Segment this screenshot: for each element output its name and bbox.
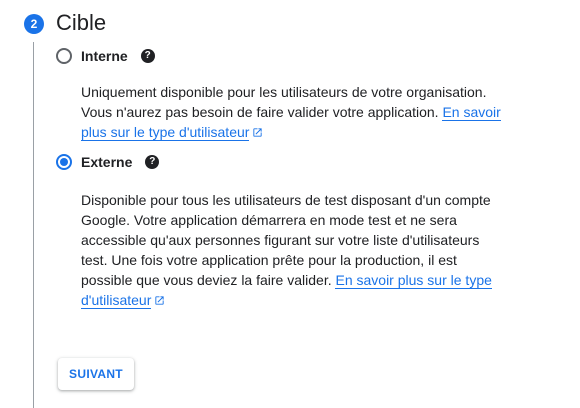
description-line: Uniquement disponible pour les utilisate… xyxy=(81,84,487,100)
description-internal: Uniquement disponible pour les utilisate… xyxy=(81,82,551,142)
description-line: possible que vous deviez la faire valide… xyxy=(81,272,332,288)
link-text[interactable]: En savoir plus sur le type xyxy=(335,272,491,288)
radio-button-internal[interactable] xyxy=(56,48,72,64)
learn-more-user-type-link[interactable]: d'utilisateur xyxy=(81,292,152,309)
learn-more-user-type-link[interactable]: plus sur le type d'utilisateur xyxy=(81,124,250,141)
step-title: Cible xyxy=(56,10,107,35)
description-line: Disponible pour tous les utilisateurs de… xyxy=(81,192,491,208)
radio-option-external[interactable]: Externe ? xyxy=(56,151,160,173)
radio-option-internal[interactable]: Interne ? xyxy=(56,45,155,67)
consent-screen-step: 2 Cible Interne ? Uniquement disponible … xyxy=(0,0,580,408)
open-in-new-icon[interactable] xyxy=(252,127,263,138)
learn-more-user-type-link[interactable]: En savoir plus sur le type xyxy=(335,272,492,289)
description-line: Google. Votre application démarrera en m… xyxy=(81,212,457,228)
help-icon[interactable]: ? xyxy=(140,49,155,63)
link-text[interactable]: plus sur le type d'utilisateur xyxy=(81,124,249,140)
description-line: test. Une fois votre application prête p… xyxy=(81,252,457,268)
link-text[interactable]: En savoir xyxy=(442,104,500,120)
open-in-new-icon[interactable] xyxy=(154,295,165,306)
next-button[interactable]: SUIVANT xyxy=(58,358,134,390)
learn-more-user-type-link[interactable]: En savoir xyxy=(442,104,501,121)
link-text[interactable]: d'utilisateur xyxy=(81,292,151,308)
step-number-badge: 2 xyxy=(24,14,44,34)
radio-button-external[interactable] xyxy=(56,154,72,170)
help-icon[interactable]: ? xyxy=(145,155,160,169)
description-line: Vous n'aurez pas besoin de faire valider… xyxy=(81,104,439,120)
radio-label-external: Externe xyxy=(81,154,133,170)
description-line: accessible qu'aux personnes figurant sur… xyxy=(81,232,480,248)
radio-label-internal: Interne xyxy=(81,48,128,64)
step-rail-line xyxy=(33,42,34,408)
description-external: Disponible pour tous les utilisateurs de… xyxy=(81,190,551,310)
